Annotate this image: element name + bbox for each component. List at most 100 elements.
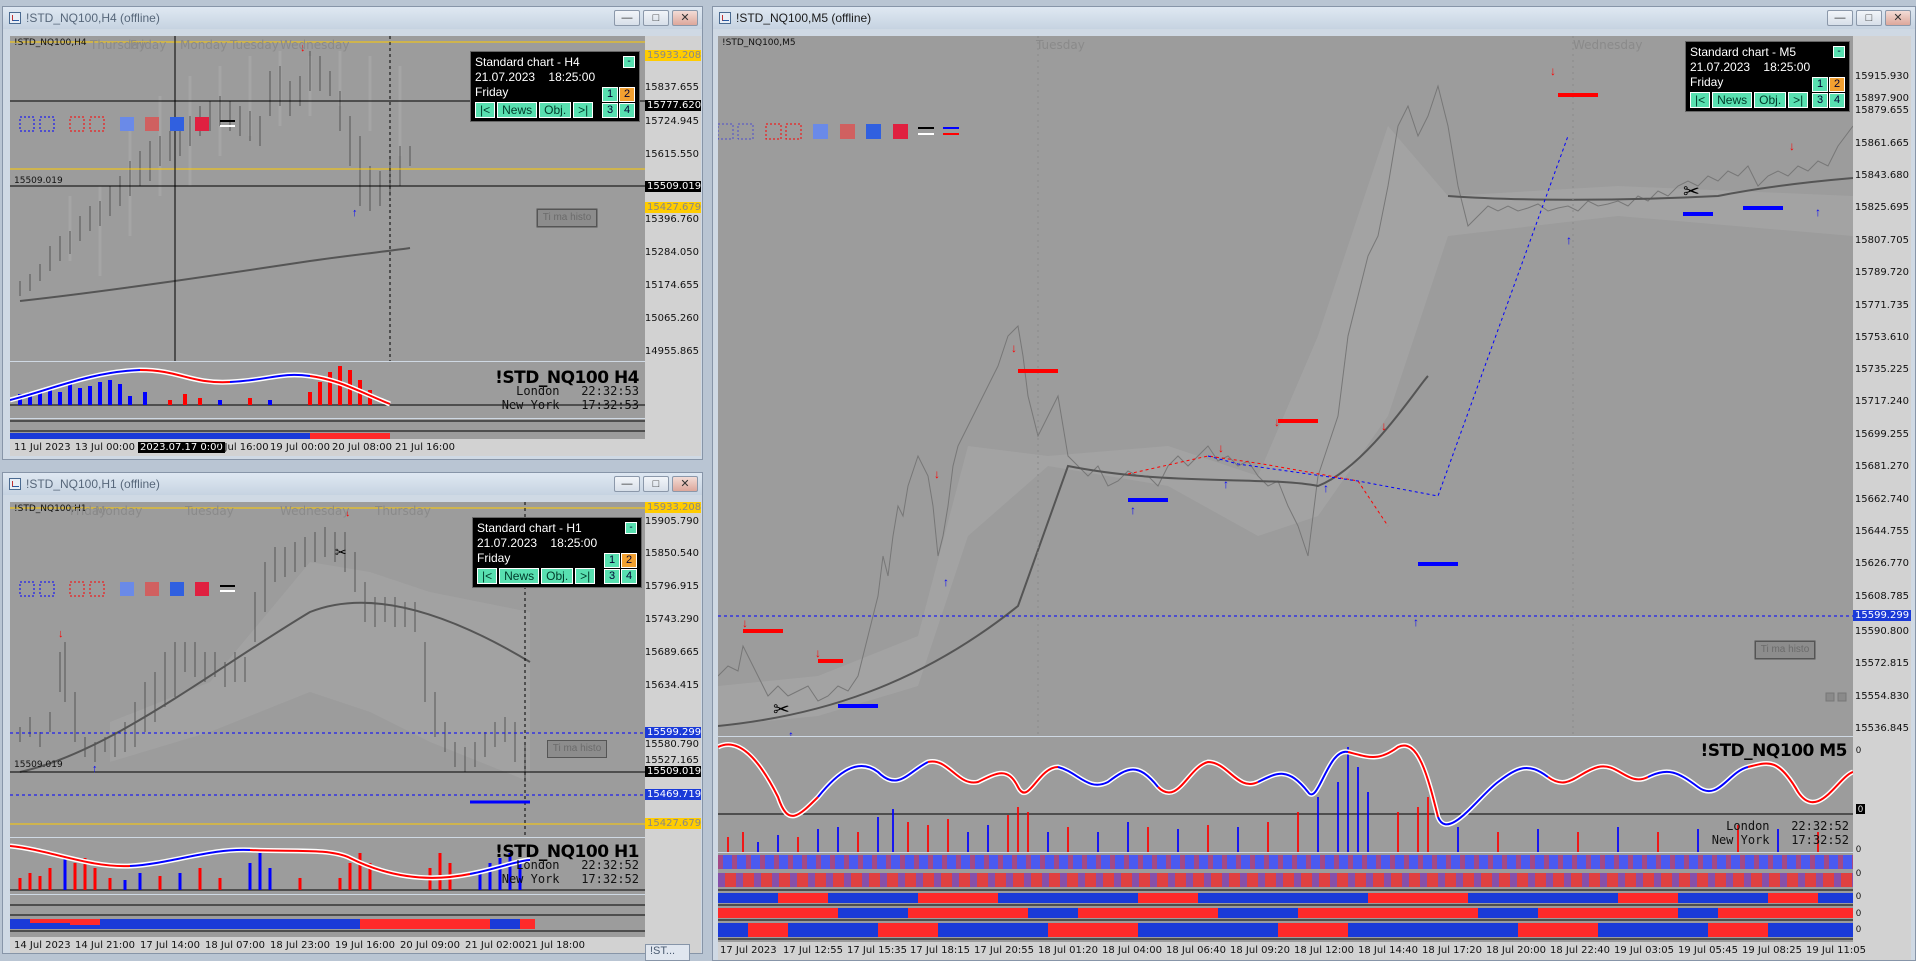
time-label: 21 Jul 16:00 bbox=[395, 442, 455, 453]
time-label: 17 Jul 2023 bbox=[720, 945, 777, 956]
m5-titlebar[interactable]: !STD_NQ100,M5 (offline) — □ ✕ bbox=[713, 7, 1915, 29]
time-label: 18 Jul 07:00 bbox=[205, 940, 265, 951]
svg-text:↑: ↑ bbox=[92, 763, 98, 775]
objects-button[interactable]: Obj. bbox=[539, 102, 572, 118]
first-button[interactable]: |< bbox=[477, 568, 498, 584]
svg-text:✂: ✂ bbox=[773, 699, 790, 721]
h4-titlebar[interactable]: !STD_NQ100,H4 (offline) — □ ✕ bbox=[3, 7, 702, 29]
collapse-button[interactable]: - bbox=[625, 522, 637, 534]
time-label: 14 Jul 21:00 bbox=[75, 940, 135, 951]
m5-price-axis[interactable]: 15915.930 15897.900 15879.655 15861.665 … bbox=[1853, 36, 1911, 942]
page-4-button[interactable]: 4 bbox=[621, 569, 637, 584]
h4-time-axis[interactable]: 11 Jul 2023 13 Jul 00:00 2023.07.17 0:00… bbox=[10, 439, 701, 456]
info-datetime: 21.07.2023 18:25:00 bbox=[1690, 60, 1811, 74]
page-1-button[interactable]: 1 bbox=[602, 87, 618, 102]
svg-text:↑: ↑ bbox=[352, 207, 358, 219]
page-1-button[interactable]: 1 bbox=[1812, 77, 1828, 92]
news-button[interactable]: News bbox=[497, 102, 538, 118]
m5-chart-window[interactable]: !STD_NQ100,M5 (offline) — □ ✕ ↓ ↓ ↓ ↓ ↓ … bbox=[712, 6, 1916, 961]
time-label: 19 Jul 16:00 bbox=[335, 940, 395, 951]
price-label: 15615.550 bbox=[645, 149, 699, 160]
day-label: Thursday bbox=[375, 504, 431, 518]
price-label: 15065.260 bbox=[645, 313, 699, 324]
objects-button[interactable]: Obj. bbox=[1754, 92, 1787, 108]
price-label: 15735.225 bbox=[1854, 364, 1909, 375]
price-tag-black: 15509.019 bbox=[645, 181, 701, 192]
time-label: 19 Jul 00:00 bbox=[270, 442, 330, 453]
indicator-zero-label: 0 bbox=[1856, 891, 1862, 901]
page-4-button[interactable]: 4 bbox=[619, 103, 635, 118]
page-1-button[interactable]: 1 bbox=[604, 553, 620, 568]
m5-time-axis[interactable]: 17 Jul 2023 17 Jul 12:55 17 Jul 15:35 17… bbox=[718, 942, 1911, 960]
info-title: Standard chart - H4 bbox=[475, 55, 580, 69]
close-button[interactable]: ✕ bbox=[672, 476, 698, 492]
time-label: 7 Jul 16:00 bbox=[215, 442, 269, 453]
minimize-button[interactable]: — bbox=[614, 10, 640, 26]
h4-price-chart[interactable]: ↓ ↑ !STD_NQ100,H4 Thursday Friday Monday… bbox=[10, 36, 645, 361]
close-button[interactable]: ✕ bbox=[1885, 10, 1911, 26]
collapse-button[interactable]: - bbox=[1833, 46, 1845, 58]
time-label: 19 Jul 05:45 bbox=[1678, 945, 1738, 956]
maximize-button[interactable]: □ bbox=[643, 476, 669, 492]
price-label: 15807.705 bbox=[1854, 235, 1909, 246]
time-label: 19 Jul 11:05 bbox=[1806, 945, 1866, 956]
news-button[interactable]: News bbox=[1712, 92, 1753, 108]
news-button[interactable]: News bbox=[499, 568, 540, 584]
page-2-button[interactable]: 2 bbox=[621, 553, 637, 568]
objects-button[interactable]: Obj. bbox=[541, 568, 574, 584]
page-3-button[interactable]: 3 bbox=[604, 569, 620, 584]
day-label: Monday bbox=[95, 504, 143, 518]
collapse-button[interactable]: - bbox=[623, 56, 635, 68]
price-label: 15879.655 bbox=[1854, 105, 1909, 116]
day-label: Tuesday bbox=[1036, 38, 1085, 52]
h1-price-axis[interactable]: 15933.208 15905.790 15850.540 15796.915 … bbox=[645, 502, 701, 937]
hist-button[interactable]: Ti ma histo bbox=[537, 209, 597, 227]
h1-time-axis[interactable]: 14 Jul 2023 14 Jul 21:00 17 Jul 14:00 18… bbox=[10, 937, 701, 953]
minimize-button[interactable]: — bbox=[614, 476, 640, 492]
h4-chart-window[interactable]: !STD_NQ100,H4 (offline) — □ ✕ ↓ ↑ !STD_N… bbox=[2, 6, 703, 460]
h4-price-axis[interactable]: 15933.208 15837.655 15777.620 15724.945 … bbox=[645, 36, 701, 447]
h4-indicator-pane[interactable]: !STD_NQ100 H4 London 22:32:53 New York 1… bbox=[10, 362, 645, 418]
indicator-zero-label: 0 bbox=[1856, 868, 1862, 878]
svg-text:↓: ↓ bbox=[1274, 415, 1280, 429]
m5-price-chart[interactable]: ↓ ↓ ↓ ↓ ↓ ↓ ↓ ↓ ↓ ↑ ↑ ↑ ↑ ↑ ↑ ↑ ↑ ✂ ✂ !STD_NQ100,M5 Tue… bbox=[718, 36, 1853, 736]
price-label: 15861.665 bbox=[1854, 138, 1909, 149]
price-label: 15608.785 bbox=[1854, 591, 1909, 602]
price-label: 15905.790 bbox=[645, 516, 699, 527]
m5-symbol-label: !STD_NQ100,M5 bbox=[722, 38, 796, 48]
last-button[interactable]: >| bbox=[573, 102, 594, 118]
page-3-button[interactable]: 3 bbox=[602, 103, 618, 118]
page-3-button[interactable]: 3 bbox=[1812, 93, 1828, 108]
maximize-button[interactable]: □ bbox=[643, 10, 669, 26]
first-button[interactable]: |< bbox=[1690, 92, 1711, 108]
first-button[interactable]: |< bbox=[475, 102, 496, 118]
price-label: 15284.050 bbox=[645, 247, 699, 258]
m5-window-title: !STD_NQ100,M5 (offline) bbox=[736, 11, 872, 25]
price-tag-yellow: 15427.679 bbox=[645, 202, 701, 213]
page-2-button[interactable]: 2 bbox=[1829, 77, 1845, 92]
h4-symbol-label: !STD_NQ100,H4 bbox=[14, 38, 87, 48]
h1-price-chart[interactable]: ↓ ↓ ↑ ✂ !STD_NQ100,H1 Friday Monday Tues… bbox=[10, 502, 645, 837]
h1-indicator-pane[interactable]: !STD_NQ100 H1 London 22:32:52 New York 1… bbox=[10, 838, 645, 894]
last-button[interactable]: >| bbox=[1788, 92, 1809, 108]
page-2-button[interactable]: 2 bbox=[619, 87, 635, 102]
svg-text:↑: ↑ bbox=[1815, 205, 1821, 219]
hist-button[interactable]: Ti ma histo bbox=[1755, 641, 1815, 659]
hist-button[interactable]: Ti ma histo bbox=[547, 740, 607, 758]
last-button[interactable]: >| bbox=[575, 568, 596, 584]
info-datetime: 21.07.2023 18:25:00 bbox=[475, 70, 596, 84]
time-label: 19 Jul 08:25 bbox=[1742, 945, 1802, 956]
price-label: 15699.255 bbox=[1854, 429, 1909, 440]
h1-chart-window[interactable]: !STD_NQ100,H1 (offline) — □ ✕ ↓ ↓ ↑ ✂ !S… bbox=[2, 472, 703, 954]
minimize-button[interactable]: — bbox=[1827, 10, 1853, 26]
minimized-window-button[interactable]: !ST... bbox=[645, 944, 690, 961]
close-button[interactable]: ✕ bbox=[672, 10, 698, 26]
price-tag-yellow: 15933.208 bbox=[645, 50, 701, 61]
maximize-button[interactable]: □ bbox=[1856, 10, 1882, 26]
h1-titlebar[interactable]: !STD_NQ100,H1 (offline) — □ ✕ bbox=[3, 473, 702, 495]
m5-indicator-pane[interactable]: !STD_NQ100 M5 London 22:32:52 New York 1… bbox=[718, 737, 1853, 852]
m5-symbol-big: !STD_NQ100 M5 bbox=[1700, 741, 1847, 761]
price-tag-blue: 15599.299 bbox=[645, 727, 701, 738]
h1-signal-canvas bbox=[10, 895, 645, 937]
page-4-button[interactable]: 4 bbox=[1829, 93, 1845, 108]
